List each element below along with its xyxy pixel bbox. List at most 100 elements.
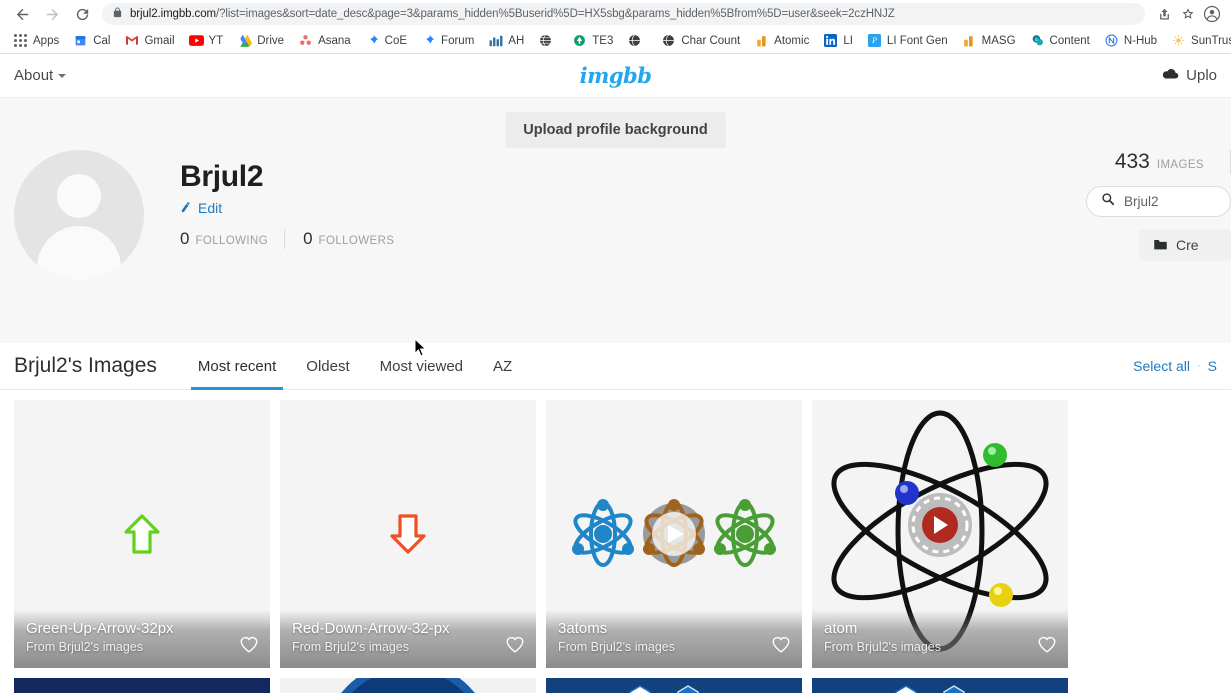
- globe-icon: [627, 33, 642, 48]
- bookmark-content[interactable]: S Content: [1023, 30, 1097, 52]
- image-card-atom[interactable]: atom From Brjul2's images: [812, 400, 1068, 668]
- bookmark-drive[interactable]: Drive: [230, 30, 291, 52]
- gmail-icon: [124, 33, 139, 48]
- bookmark-globe-2[interactable]: [620, 30, 654, 52]
- reload-button[interactable]: [68, 0, 96, 28]
- following-count: 0: [180, 229, 190, 248]
- avatar[interactable]: [14, 150, 144, 280]
- globe-icon: [661, 33, 676, 48]
- image-card-power-bi-challenge-1[interactable]: ER BI ENGE: [546, 678, 802, 693]
- listing-title: Brjul2's Images: [14, 354, 157, 377]
- image-card-green-up-arrow[interactable]: Green-Up-Arrow-32px From Brjul2's images: [14, 400, 270, 668]
- person-gear-thumb: [340, 678, 476, 693]
- upload-profile-background-button[interactable]: Upload profile background: [505, 112, 726, 148]
- bookmark-suntrust[interactable]: SunTrust: [1164, 30, 1231, 52]
- bookmark-label: Drive: [257, 34, 285, 47]
- power-bi-challenge-thumb: ER BI ENGE: [812, 678, 1068, 693]
- images-label: IMAGES: [1156, 159, 1204, 171]
- bookmark-label: LI: [843, 34, 853, 47]
- listing-trailing-action[interactable]: S: [1208, 358, 1217, 374]
- edit-profile-link[interactable]: Edit: [180, 200, 410, 216]
- tab-az[interactable]: AZ: [478, 343, 527, 390]
- create-album-button[interactable]: Cre: [1139, 229, 1231, 261]
- bookmarks-bar: Apps Cal Gmail YT Drive Asana CoE Forum …: [0, 28, 1231, 54]
- red-down-arrow-thumb: [390, 514, 426, 554]
- heart-outline-icon[interactable]: [771, 635, 791, 655]
- bookmark-li-font-gen[interactable]: P LI Font Gen: [860, 30, 955, 52]
- card-title: atom: [824, 620, 858, 637]
- following-label: FOLLOWING: [195, 235, 269, 247]
- hex-cluster-icon: [895, 685, 965, 693]
- profile-avatar-button[interactable]: [1201, 3, 1223, 25]
- image-card-power-bi-challenge-2[interactable]: ER BI ENGE: [812, 678, 1068, 693]
- heart-outline-icon[interactable]: [239, 635, 259, 655]
- image-card-dax-fight[interactable]: HT!!! pens if we throw ALL and V out – w…: [14, 678, 270, 693]
- bookmark-n-hub[interactable]: N-Hub: [1097, 30, 1164, 52]
- url-text: brjul2.imgbb.com/?list=images&sort=date_…: [130, 8, 895, 20]
- followers-stat[interactable]: 0 FOLLOWERS: [284, 229, 410, 249]
- bookmark-label: TE3: [592, 34, 614, 47]
- card-subtitle: From Brjul2's images: [824, 640, 941, 654]
- chevron-down-icon: [58, 73, 67, 78]
- thumbnail: [280, 678, 536, 693]
- image-card-red-down-arrow[interactable]: Red-Down-Arrow-32-px From Brjul2's image…: [280, 400, 536, 668]
- bookmark-yt[interactable]: YT: [182, 30, 231, 52]
- heart-outline-icon[interactable]: [1037, 635, 1057, 655]
- bar-chart-icon: [754, 33, 769, 48]
- bar-chart-icon: [488, 33, 503, 48]
- bookmark-label: Char Count: [681, 34, 741, 47]
- bookmark-gmail[interactable]: Gmail: [117, 30, 181, 52]
- share-button[interactable]: [1153, 3, 1175, 25]
- forward-arrow-icon: [46, 8, 58, 20]
- card-caption: 3atoms From Brjul2's images: [546, 610, 802, 668]
- bookmark-apps[interactable]: Apps: [6, 30, 66, 52]
- card-title: 3atoms: [558, 620, 608, 637]
- tab-label: Most viewed: [379, 357, 464, 375]
- card-caption: Green-Up-Arrow-32px From Brjul2's images: [14, 610, 270, 668]
- image-card-3atoms[interactable]: 3atoms From Brjul2's images: [546, 400, 802, 668]
- select-all-link[interactable]: Select all: [1133, 358, 1190, 374]
- listing-header: Brjul2's Images Most recent Oldest Most …: [0, 343, 1231, 390]
- bookmark-label: SunTrust: [1191, 34, 1231, 47]
- tab-most-viewed[interactable]: Most viewed: [365, 343, 478, 390]
- bookmark-ah[interactable]: AH: [481, 30, 531, 52]
- search-input[interactable]: Brjul2: [1086, 186, 1231, 217]
- bookmark-cal[interactable]: Cal: [66, 30, 117, 52]
- default-avatar-icon: [57, 174, 101, 218]
- imgbb-logo[interactable]: imgbb: [580, 63, 652, 88]
- about-menu[interactable]: About: [14, 67, 67, 84]
- suntrust-icon: [1171, 33, 1186, 48]
- power-bi-challenge-thumb: ER BI ENGE: [546, 678, 802, 693]
- tab-most-recent[interactable]: Most recent: [183, 343, 291, 390]
- bookmark-forum[interactable]: Forum: [414, 30, 481, 52]
- site-top-navigation: About imgbb Uplo: [0, 54, 1231, 98]
- followers-label: FOLLOWERS: [318, 235, 395, 247]
- bookmark-atomic[interactable]: Atomic: [747, 30, 816, 52]
- apps-grid-icon: [13, 33, 28, 48]
- bookmark-masg[interactable]: MASG: [955, 30, 1023, 52]
- share-icon: [1159, 8, 1169, 19]
- following-stat[interactable]: 0 FOLLOWING: [180, 229, 284, 249]
- bookmark-li[interactable]: LI: [816, 30, 860, 52]
- globe-icon: [538, 33, 553, 48]
- address-bar[interactable]: brjul2.imgbb.com/?list=images&sort=date_…: [102, 3, 1145, 25]
- images-count: 433: [1114, 150, 1150, 173]
- asana-icon: [298, 33, 313, 48]
- image-card-person-gear[interactable]: [280, 678, 536, 693]
- bookmark-coe[interactable]: CoE: [358, 30, 414, 52]
- bookmark-star-button[interactable]: [1177, 3, 1199, 25]
- heart-outline-icon[interactable]: [505, 635, 525, 655]
- bookmark-asana[interactable]: Asana: [291, 30, 358, 52]
- bookmark-globe-1[interactable]: [531, 30, 565, 52]
- bookmark-label: Asana: [318, 34, 351, 47]
- bookmark-char-count[interactable]: Char Count: [654, 30, 747, 52]
- back-button[interactable]: [8, 0, 36, 28]
- tab-oldest[interactable]: Oldest: [291, 343, 364, 390]
- imgbb-page: About imgbb Uplo Upload profile backgrou…: [0, 54, 1231, 693]
- forward-button[interactable]: [38, 0, 66, 28]
- search-value: Brjul2: [1124, 194, 1159, 209]
- star-icon: [1182, 8, 1194, 19]
- bookmark-te3[interactable]: TE3: [565, 30, 620, 52]
- upload-button[interactable]: Uplo: [1162, 67, 1217, 84]
- image-grid: Green-Up-Arrow-32px From Brjul2's images…: [0, 390, 1231, 693]
